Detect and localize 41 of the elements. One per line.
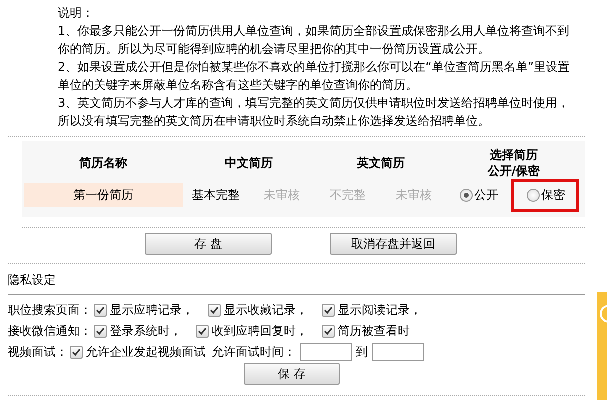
column-header: 英文简历: [356, 155, 406, 172]
column-header: 选择简历公开/保密: [486, 147, 542, 180]
column-header: 简历名称: [78, 155, 128, 172]
column-header: 中文简历: [224, 155, 274, 172]
check-icon: [96, 326, 105, 336]
row-label: 视频面试：: [8, 344, 68, 360]
save-button[interactable]: 保 存: [244, 363, 340, 385]
note-paragraph: 2、如果设置成公开但是你怕被某些你不喜欢的单位打搅那么你可以在“单位查简历黑名单”里设置单位的关键字来屏蔽单位名称含有这些关键字的单位查询你的简历。: [58, 59, 572, 94]
privacy-radio[interactable]: 公开: [460, 183, 498, 207]
status-cell-text: 未审核: [395, 187, 433, 204]
start-time-field[interactable]: [300, 343, 352, 361]
option-checkbox[interactable]: 登录系统时，: [94, 322, 182, 340]
row-label: 接收微信通知：: [8, 322, 92, 340]
to-label: 到: [356, 344, 368, 360]
privacy-radio[interactable]: 保密: [526, 183, 566, 207]
cancel-button[interactable]: 取消存盘并返回: [330, 233, 457, 255]
end-time-field[interactable]: [372, 343, 424, 361]
option-checkbox[interactable]: 显示应聘记录，: [94, 302, 194, 318]
check-icon: [198, 326, 207, 336]
status-cell-text: 未审核: [263, 187, 301, 204]
check-icon: [72, 348, 81, 356]
resume-name-cell: 第一份简历: [24, 183, 183, 207]
section-title: 隐私设定: [7, 272, 57, 289]
check-icon: [210, 306, 219, 314]
option-checkbox[interactable]: 收到应聘回复时，: [196, 322, 308, 340]
option-checkbox[interactable]: 显示收藏记录，: [208, 302, 308, 318]
option-checkbox[interactable]: 简历被查看时: [322, 322, 410, 340]
check-icon: [96, 306, 105, 314]
save-button[interactable]: 存 盘: [145, 233, 272, 255]
notes-title: 说明：: [58, 5, 95, 22]
note-paragraph: 1、你最多只能公开一份简历供用人单位查询，如果简历全部设置成保密那么用人单位将查询不到你的简历。所以为尽可能得到应聘的机会请尽里把你的其中一份简历设置成公开。: [58, 23, 571, 58]
note-paragraph: 3、英文简历不参与人才库的查询，填写完整的英文简历仅供申请职位时发送给招聘单位时使用，所以没有填写完整的英文简历在申请职位时系统自动禁止你选择发送给招聘单位。: [58, 95, 571, 130]
time-label: 允许面试时间：: [212, 344, 296, 360]
status-cell-text: 基本完整: [191, 187, 241, 204]
check-icon: [324, 306, 333, 314]
check-icon: [324, 326, 333, 336]
side-tab[interactable]: [597, 292, 607, 400]
row-label: 职位搜索页面：: [8, 302, 92, 318]
option-checkbox[interactable]: 允许企业发起视频面试: [70, 344, 206, 360]
status-cell-text: 不完整: [329, 187, 367, 204]
option-checkbox[interactable]: 显示阅读记录，: [322, 302, 422, 318]
